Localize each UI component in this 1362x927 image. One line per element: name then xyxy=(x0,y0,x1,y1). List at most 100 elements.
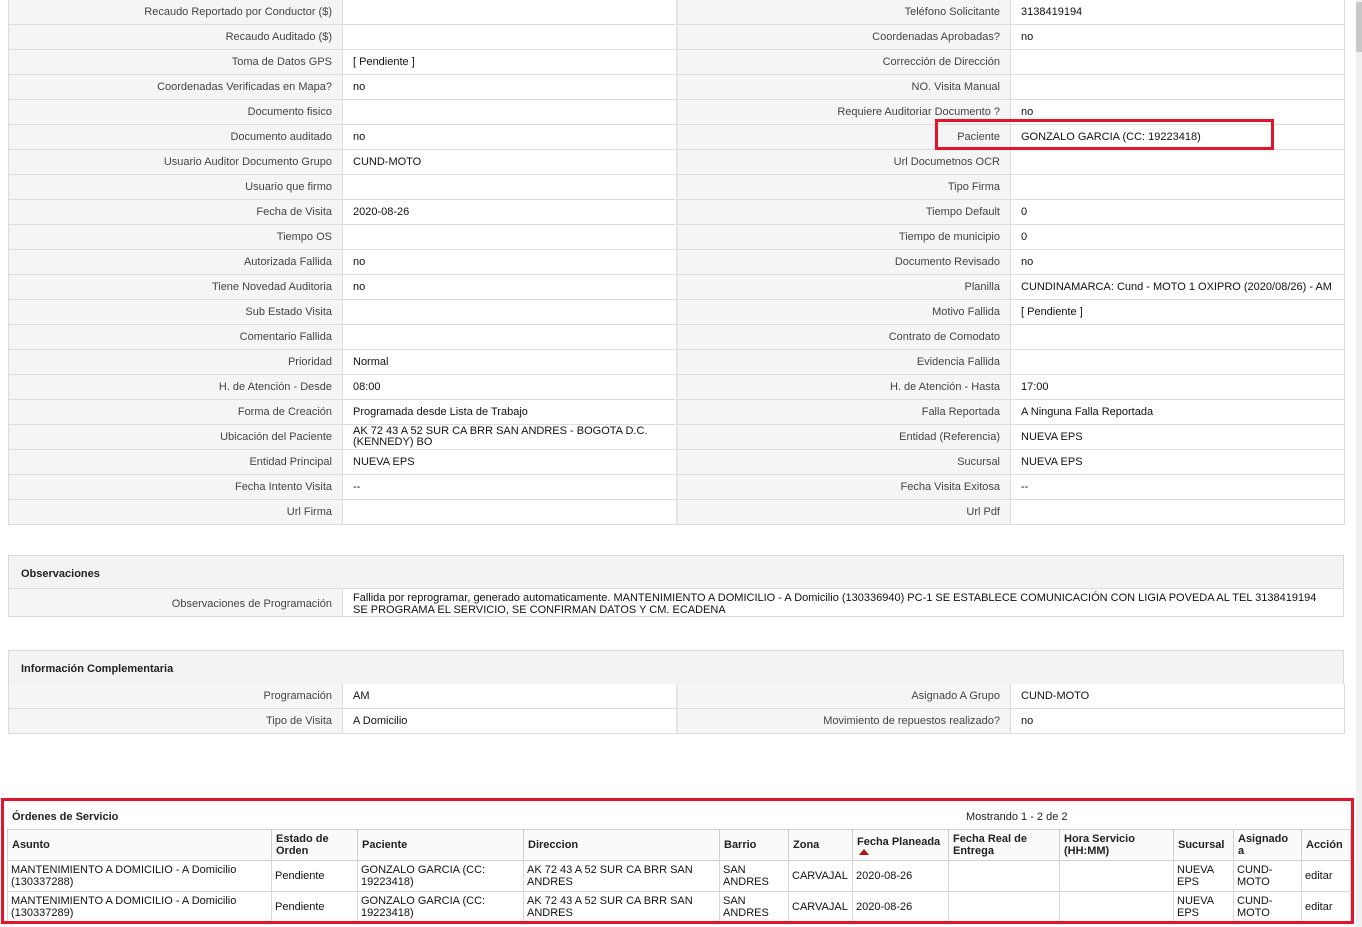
page-scrollbar[interactable] xyxy=(1356,0,1362,927)
value-coordenadas-verificadas-en-mapa: no xyxy=(342,74,678,100)
cell-hora-servicio-hh-mm xyxy=(1059,891,1174,921)
label-autorizada-fallida: Autorizada Fallida xyxy=(8,249,343,275)
value-tipo-firma xyxy=(1010,174,1345,200)
label-falla-reportada: Falla Reportada xyxy=(676,399,1011,425)
scrollbar-thumb[interactable] xyxy=(1356,2,1362,52)
column-header-hora-servicio-hh-mm[interactable]: Hora Servicio (HH:MM) xyxy=(1059,829,1174,861)
value-h-de-atencion-desde: 08:00 xyxy=(342,374,678,400)
value-entidad-principal: NUEVA EPS xyxy=(342,449,678,475)
label-entidad-principal: Entidad Principal xyxy=(8,449,343,475)
label-documento-auditado: Documento auditado xyxy=(8,124,343,150)
column-header-label: Barrio xyxy=(724,839,757,851)
label-correccion-de-direccion: Corrección de Dirección xyxy=(676,49,1011,75)
detail-row: Documento auditado no Paciente GONZALO GAR… xyxy=(8,124,1345,150)
label-documento-fisico: Documento fisico xyxy=(8,99,343,125)
column-header-fecha-planeada[interactable]: Fecha Planeada xyxy=(852,829,949,861)
column-header-sucursal[interactable]: Sucursal xyxy=(1173,829,1234,861)
orders-title: Órdenes de Servicio xyxy=(12,811,119,823)
column-header-zona[interactable]: Zona xyxy=(788,829,853,861)
label-contrato-de-comodato: Contrato de Comodato xyxy=(676,324,1011,350)
label-usuario-auditor-documento-grupo: Usuario Auditor Documento Grupo xyxy=(8,149,343,175)
value-tiempo-de-municipio: 0 xyxy=(1010,224,1345,250)
value-motivo-fallida: [ Pendiente ] xyxy=(1010,299,1345,325)
cell-barrio: SAN ANDRES xyxy=(719,891,789,921)
label-documento-revisado: Documento Revisado xyxy=(676,249,1011,275)
cell-sucursal: NUEVA EPS xyxy=(1173,860,1234,892)
column-header-label: Zona xyxy=(793,839,820,851)
label-paciente: Paciente xyxy=(676,124,1011,150)
value-documento-auditado: no xyxy=(342,124,678,150)
label-h-de-atencion-hasta: H. de Atención - Hasta xyxy=(676,374,1011,400)
cell-asunto: MANTENIMIENTO A DOMICILIO - A Domicilio … xyxy=(7,891,272,921)
detail-row: Tiempo OS Tiempo de municipio 0 xyxy=(8,224,1345,250)
edit-link[interactable]: editar xyxy=(1301,891,1351,921)
sort-asc-icon xyxy=(859,848,869,855)
cell-zona: CARVAJAL xyxy=(788,891,853,921)
observaciones-header: Observaciones xyxy=(8,555,1344,589)
detail-row: Prioridad Normal Evidencia Fallida xyxy=(8,349,1345,375)
label-fecha-visita-exitosa: Fecha Visita Exitosa xyxy=(676,474,1011,500)
service-orders-panel: Órdenes de Servicio Mostrando 1 - 2 de 2… xyxy=(1,798,1354,924)
label-recaudo-auditado: Recaudo Auditado ($) xyxy=(8,24,343,50)
value-sucursal: NUEVA EPS xyxy=(1010,449,1345,475)
value-documento-revisado: no xyxy=(1010,249,1345,275)
label-forma-de-creacion: Forma de Creación xyxy=(8,399,343,425)
cell-fecha-real-de-entrega xyxy=(948,891,1060,921)
column-header-label: Fecha Real de Entrega xyxy=(953,833,1027,857)
value-ubicacion-del-paciente: AK 72 43 A 52 SUR CA BRR SAN ANDRES - BO… xyxy=(342,424,678,450)
cell-estado-de-orden: Pendiente xyxy=(271,891,358,921)
value-asignado-a-grupo: CUND-MOTO xyxy=(1010,684,1345,709)
orders-count: Mostrando 1 - 2 de 2 xyxy=(966,811,1068,823)
value-no-visita-manual xyxy=(1010,74,1345,100)
column-header-asunto[interactable]: Asunto xyxy=(7,829,272,861)
cell-direccion: AK 72 43 A 52 SUR CA BRR SAN ANDRES xyxy=(523,891,720,921)
column-header-fecha-real-de-entrega[interactable]: Fecha Real de Entrega xyxy=(948,829,1060,861)
label-prioridad: Prioridad xyxy=(8,349,343,375)
label-sub-estado-visita: Sub Estado Visita xyxy=(8,299,343,325)
column-header-accion[interactable]: Acción xyxy=(1301,829,1351,861)
value-entidad-referencia: NUEVA EPS xyxy=(1010,424,1345,450)
observaciones-value: Fallida por reprogramar, generado automa… xyxy=(353,592,1317,616)
detail-row: Toma de Datos GPS[ Pendiente ] Corrección… xyxy=(8,49,1345,75)
column-header-asignado-a[interactable]: Asignado a xyxy=(1233,829,1302,861)
complementaria-title: Información Complementaria xyxy=(21,663,174,675)
detail-row: Autorizada Fallida no Documento Revisado … xyxy=(8,249,1345,275)
label-fecha-de-visita: Fecha de Visita xyxy=(8,199,343,225)
column-header-estado-de-orden[interactable]: Estado de Orden xyxy=(271,829,358,861)
detail-row: Entidad Principal NUEVA EPS Sucursal NUEVA … xyxy=(8,449,1345,475)
table-row: MANTENIMIENTO A DOMICILIO - A Domicilio … xyxy=(7,891,1351,921)
detail-row: Forma de Creación Programada desde Lista … xyxy=(8,399,1345,425)
table-row: MANTENIMIENTO A DOMICILIO - A Domicilio … xyxy=(7,860,1351,892)
label-tipo-firma: Tipo Firma xyxy=(676,174,1011,200)
value-sub-estado-visita xyxy=(342,299,678,325)
value-prioridad: Normal xyxy=(342,349,678,375)
cell-paciente: GONZALO GARCIA (CC: 19223418) xyxy=(357,891,524,921)
cell-barrio: SAN ANDRES xyxy=(719,860,789,892)
label-url-documetnos-ocr: Url Documetnos OCR xyxy=(676,149,1011,175)
column-header-label: Hora Servicio (HH:MM) xyxy=(1064,833,1135,857)
value-telefono-solicitante: 3138419194 xyxy=(1010,0,1345,25)
cell-fecha-planeada: 2020-08-26 xyxy=(852,860,949,892)
edit-link[interactable]: editar xyxy=(1301,860,1351,892)
detail-row: Fecha Intento Visita -- Fecha Visita Exit… xyxy=(8,474,1345,500)
detail-row: Comentario Fallida Contrato de Comodato xyxy=(8,324,1345,350)
label-programacion: Programación xyxy=(8,684,343,709)
value-fecha-visita-exitosa: -- xyxy=(1010,474,1345,500)
value-autorizada-fallida: no xyxy=(342,249,678,275)
detail-row: Fecha de Visita 2020-08-26 Tiempo Default… xyxy=(8,199,1345,225)
column-header-barrio[interactable]: Barrio xyxy=(719,829,789,861)
label-fecha-intento-visita: Fecha Intento Visita xyxy=(8,474,343,500)
cell-estado-de-orden: Pendiente xyxy=(271,860,358,892)
label-recaudo-reportado-por-conductor: Recaudo Reportado por Conductor ($) xyxy=(8,0,343,25)
column-header-direccion[interactable]: Direccion xyxy=(523,829,720,861)
orders-table: Asunto Estado de Orden Paciente Direccion Ba… xyxy=(7,829,1351,921)
column-header-label: Estado de Orden xyxy=(276,833,329,857)
value-programacion: AM xyxy=(342,684,678,709)
detail-row: Tiene Novedad Auditoria no Planilla CUNDIN… xyxy=(8,274,1345,300)
label-sucursal: Sucursal xyxy=(676,449,1011,475)
label-h-de-atencion-desde: H. de Atención - Desde xyxy=(8,374,343,400)
column-header-label: Paciente xyxy=(362,839,408,851)
label-tipo-de-visita: Tipo de Visita xyxy=(8,708,343,734)
label-telefono-solicitante: Teléfono Solicitante xyxy=(676,0,1011,25)
column-header-paciente[interactable]: Paciente xyxy=(357,829,524,861)
